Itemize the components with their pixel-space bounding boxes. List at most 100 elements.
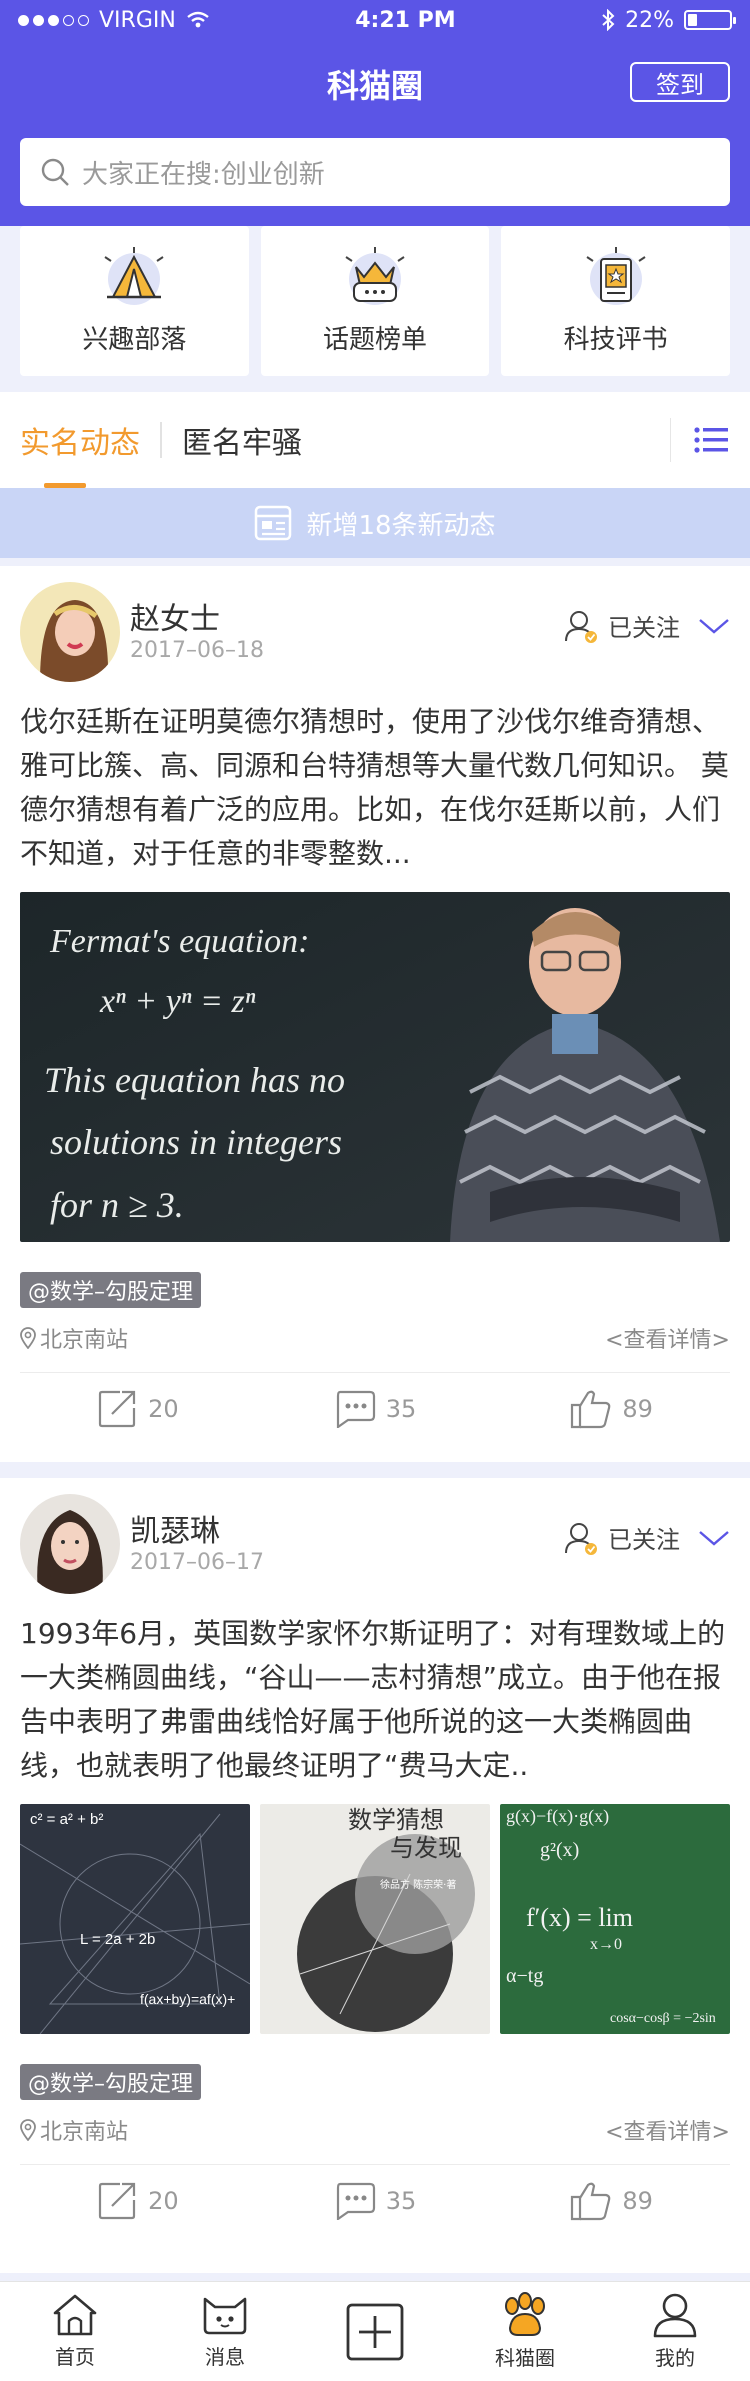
user-check-icon: [565, 1522, 597, 1555]
post-header: 凯瑟琳 2017–06–17 已关注: [0, 1478, 750, 1596]
category-label: 兴趣部落: [82, 324, 187, 355]
share-icon: [98, 1390, 136, 1427]
search-input[interactable]: 大家正在搜:创业创新: [20, 138, 730, 206]
like-count: 89: [622, 1394, 653, 1423]
image-formula-2: g²(x): [540, 1839, 579, 1861]
image-text-2: xⁿ + yⁿ = zⁿ: [99, 983, 256, 1020]
share-button[interactable]: 20: [20, 1390, 257, 1428]
location-text: 北京南站: [40, 2120, 129, 2145]
user-name[interactable]: 凯瑟琳: [130, 1506, 220, 1550]
post-image[interactable]: g(x)−f(x)·g(x) g²(x) f′(x) = lim x→0 α−t…: [500, 1804, 730, 2034]
nav-home[interactable]: 首页: [0, 2282, 150, 2381]
nav-add[interactable]: [300, 2282, 450, 2381]
nav-label: 科猫圈: [495, 2346, 555, 2370]
add-icon: [346, 2303, 404, 2360]
image-formula-3: f(ax+by)=af(x)+: [140, 1991, 235, 2007]
user-check-icon: [565, 610, 597, 643]
comment-button[interactable]: 35: [257, 1390, 494, 1428]
page-title: 科猫圈: [326, 67, 423, 105]
post-date: 2017–06–18: [130, 638, 264, 663]
location: 北京南站: [20, 2114, 128, 2146]
chevron-down-icon: [699, 618, 729, 634]
category-label: 科技评书: [563, 324, 668, 355]
tab-anonymous[interactable]: 匿名牢骚: [162, 392, 322, 488]
nav-kemaoquan[interactable]: 科猫圈: [450, 2282, 600, 2381]
nav-label: 消息: [205, 2345, 245, 2369]
image-text-4: solutions in integers: [50, 1122, 342, 1162]
share-count: 20: [148, 2186, 179, 2215]
follow-status-button[interactable]: 已关注: [564, 608, 730, 643]
post-text: 1993年6月，英国数学家怀尔斯证明了：对有理数域上的一大类椭圆曲线，“谷山——…: [20, 1617, 726, 1782]
category-topic-ranking[interactable]: 话题榜单: [260, 226, 490, 376]
image-formula-6: cosα−cosβ = −2sin: [610, 2011, 716, 2026]
comment-button[interactable]: 35: [257, 2182, 494, 2220]
post-image-grid: c² = a² + b² L = 2a + 2b f(ax+by)=af(x)+…: [20, 1804, 730, 2034]
topic-tag[interactable]: @数学–勾股定理: [20, 1272, 202, 1308]
user-icon: [653, 2293, 697, 2338]
image-formula-1: g(x)−f(x)·g(x): [506, 1806, 609, 1827]
new-posts-text: 新增18条新动态: [306, 510, 496, 541]
follow-status-button[interactable]: 已关注: [564, 1520, 730, 1555]
nav-messages[interactable]: 消息: [150, 2282, 300, 2381]
book-title: 数学猜想: [348, 1806, 444, 1834]
like-button[interactable]: 89: [493, 2181, 730, 2221]
thumbs-up-icon: [571, 1390, 611, 1428]
post-image[interactable]: 数学猜想 与发现 徐品方 陈宗荣·著: [260, 1804, 490, 2034]
bottom-nav: 首页 消息 科猫圈 我的: [0, 2281, 750, 2381]
search-icon: [41, 158, 69, 186]
checkin-button[interactable]: 签到: [630, 62, 730, 102]
battery-percent: 22%: [625, 7, 674, 33]
image-text-3: This equation has no: [44, 1060, 345, 1100]
post-text: 伐尔廷斯在证明莫德尔猜想时，使用了沙伐尔维奇猜想、雅可比簇、高、同源和台特猜想等…: [20, 705, 729, 870]
category-interest-tribe[interactable]: 兴趣部落: [20, 226, 249, 376]
category-label: 话题榜单: [323, 324, 428, 355]
new-posts-banner[interactable]: 新增18条新动态: [0, 488, 750, 558]
view-details-link[interactable]: <查看详情>: [605, 2114, 730, 2146]
post-actions: 20 35 89: [20, 2164, 730, 2236]
post-image[interactable]: c² = a² + b² L = 2a + 2b f(ax+by)=af(x)+: [20, 1804, 250, 2034]
feed-tabs: 实名动态 匿名牢骚: [0, 392, 750, 488]
wifi-icon: [187, 11, 209, 28]
tent-icon: [104, 246, 164, 305]
topic-tag[interactable]: @数学–勾股定理: [20, 2064, 202, 2100]
like-button[interactable]: 89: [493, 1389, 730, 1429]
comment-count: 35: [385, 1394, 417, 1423]
post-date: 2017–06–17: [130, 1550, 264, 1575]
search-placeholder: 大家正在搜:创业创新: [82, 159, 325, 190]
carrier: VIRGIN: [99, 7, 176, 33]
nav-label: 首页: [55, 2345, 95, 2369]
comment-count: 35: [385, 2186, 417, 2215]
post-image[interactable]: Fermat's equation: xⁿ + yⁿ = zⁿ This equ…: [20, 892, 730, 1242]
comment-icon: [336, 1390, 375, 1428]
nav-mine[interactable]: 我的: [600, 2282, 750, 2381]
image-formula-2: L = 2a + 2b: [80, 1931, 155, 1948]
follow-label: 已关注: [608, 1526, 680, 1554]
bluetooth-icon: [602, 9, 615, 31]
avatar[interactable]: [20, 582, 120, 682]
status-time: 4:21 PM: [355, 7, 456, 33]
post-card: 赵女士 2017–06–18 已关注 伐尔廷斯在证明莫德尔猜想时，使用了沙伐尔维…: [0, 566, 750, 1462]
location-pin-icon: [20, 2119, 36, 2141]
list-menu-button[interactable]: [670, 418, 750, 462]
app-header: VIRGIN 4:21 PM 22% 科猫圈 签到 大家正在搜:创业创新: [0, 0, 750, 226]
share-button[interactable]: 20: [20, 2182, 257, 2220]
paw-icon: [505, 2292, 545, 2336]
follow-label: 已关注: [608, 614, 680, 642]
image-formula-5: α−tg: [506, 1965, 543, 1987]
chevron-down-icon: [699, 1530, 729, 1546]
view-details-link[interactable]: <查看详情>: [605, 1322, 730, 1354]
list-icon: [693, 427, 728, 453]
location-row: 北京南站 <查看详情>: [0, 2100, 750, 2146]
share-count: 20: [148, 1394, 179, 1423]
avatar[interactable]: [20, 1494, 120, 1594]
location-row: 北京南站 <查看详情>: [0, 1308, 750, 1354]
image-formula-1: c² = a² + b²: [30, 1811, 103, 1828]
crown-chat-icon: [345, 246, 405, 305]
status-left: VIRGIN: [18, 8, 210, 33]
image-text-5: for n ≥ 3.: [50, 1185, 184, 1225]
feed-icon: [255, 505, 292, 541]
location-text: 北京南站: [40, 1328, 129, 1353]
user-name[interactable]: 赵女士: [130, 594, 220, 638]
category-tech-review[interactable]: 科技评书: [501, 226, 731, 376]
tab-real-name[interactable]: 实名动态: [0, 392, 160, 488]
